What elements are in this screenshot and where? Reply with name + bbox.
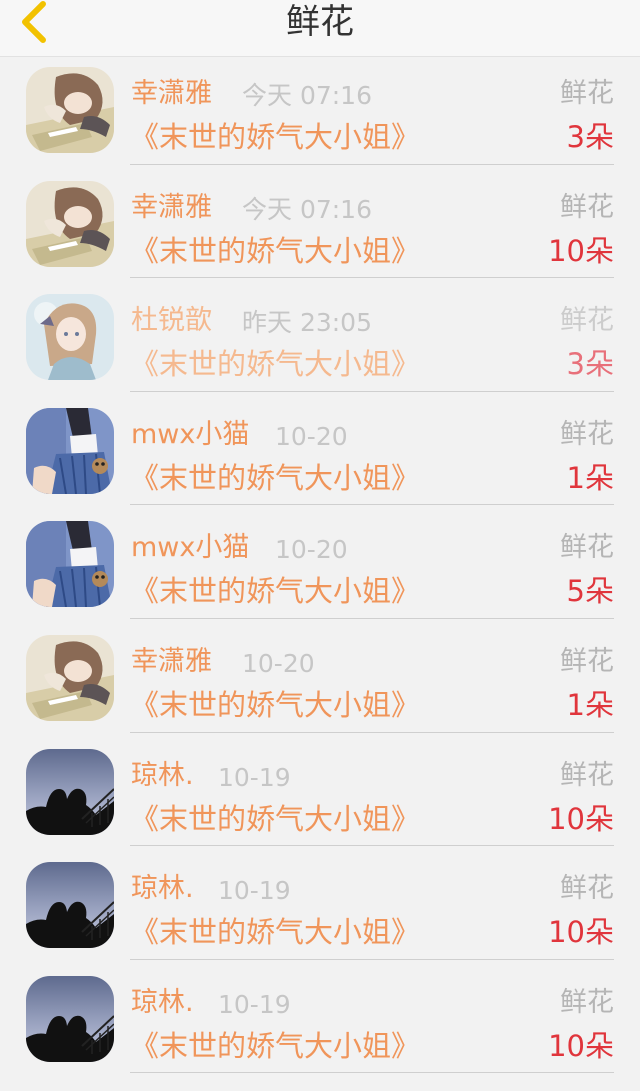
- list-item[interactable]: mwx小猫 10-20 《末世的娇气大小姐》 鲜花 1朵: [0, 398, 640, 512]
- row-divider: [130, 504, 614, 506]
- gift-time: 10-20: [242, 648, 315, 678]
- flowers-page: 鲜花 幸潇雅 今天 07:16 《末世的娇气大小姐》 鲜花 3朵 幸潇雅 今天 …: [0, 0, 640, 1091]
- avatar[interactable]: [26, 975, 114, 1062]
- book-title-link[interactable]: 《末世的娇气大小姐》: [130, 573, 420, 609]
- avatar[interactable]: [26, 294, 114, 381]
- gift-time: 今天 07:16: [242, 194, 372, 224]
- avatar[interactable]: [26, 634, 114, 721]
- row-divider: [130, 390, 614, 392]
- page-title: 鲜花: [286, 2, 354, 42]
- avatar[interactable]: [26, 67, 114, 153]
- flower-count: 10朵: [548, 233, 614, 268]
- flower-gift-list: 幸潇雅 今天 07:16 《末世的娇气大小姐》 鲜花 3朵 幸潇雅 今天 07:…: [0, 57, 640, 1079]
- sender-name: mwx小猫: [131, 532, 250, 564]
- book-title-link[interactable]: 《末世的娇气大小姐》: [130, 687, 420, 723]
- top-navigation-bar: 鲜花: [0, 0, 640, 57]
- avatar[interactable]: [26, 748, 114, 835]
- gift-type-label: 鲜花: [560, 873, 614, 905]
- gift-type-label: 鲜花: [560, 418, 614, 450]
- flower-count: 10朵: [548, 915, 614, 950]
- avatar[interactable]: [26, 180, 114, 267]
- flower-count: 1朵: [566, 460, 614, 495]
- book-title-link[interactable]: 《末世的娇气大小姐》: [130, 460, 420, 496]
- avatar[interactable]: [26, 407, 114, 494]
- flower-count: 10朵: [548, 1028, 614, 1063]
- book-title-link[interactable]: 《末世的娇气大小姐》: [130, 346, 420, 382]
- avatar[interactable]: [26, 862, 114, 949]
- gift-type-label: 鲜花: [560, 759, 614, 791]
- book-title-link[interactable]: 《末世的娇气大小姐》: [130, 233, 420, 269]
- sender-name: 杜锐歆: [131, 305, 212, 337]
- book-title-link[interactable]: 《末世的娇气大小姐》: [130, 119, 420, 155]
- gift-type-label: 鲜花: [560, 78, 614, 109]
- list-item[interactable]: 琼林. 10-19 《末世的娇气大小姐》 鲜花 10朵: [0, 739, 640, 853]
- list-item[interactable]: 幸潇雅 10-20 《末世的娇气大小姐》 鲜花 1朵: [0, 625, 640, 739]
- row-divider: [130, 958, 614, 960]
- sender-name: 幸潇雅: [131, 645, 212, 677]
- gift-type-label: 鲜花: [560, 532, 614, 564]
- book-title-link[interactable]: 《末世的娇气大小姐》: [130, 1028, 420, 1064]
- sender-name: 幸潇雅: [131, 191, 212, 223]
- row-divider: [130, 845, 614, 847]
- row-divider: [130, 277, 614, 279]
- list-item[interactable]: 幸潇雅 今天 07:16 《末世的娇气大小姐》 鲜花 3朵: [0, 57, 640, 171]
- gift-time: 10-20: [275, 421, 348, 451]
- list-item[interactable]: 杜锐歆 昨天 23:05 《末世的娇气大小姐》 鲜花 3朵: [0, 284, 640, 398]
- flower-count: 5朵: [566, 574, 614, 609]
- flower-count: 1朵: [566, 687, 614, 722]
- row-divider: [130, 1072, 614, 1074]
- flower-count: 3朵: [566, 120, 614, 154]
- sender-name: 琼林.: [131, 986, 194, 1018]
- row-divider: [130, 731, 614, 733]
- gift-type-label: 鲜花: [560, 191, 614, 223]
- gift-time: 10-19: [218, 762, 291, 792]
- flower-count: 3朵: [566, 347, 614, 382]
- gift-time: 10-19: [218, 876, 291, 906]
- flower-count: 10朵: [548, 801, 614, 836]
- row-divider: [130, 163, 614, 165]
- gift-type-label: 鲜花: [560, 305, 614, 337]
- gift-time: 昨天 23:05: [242, 308, 372, 338]
- list-item[interactable]: 幸潇雅 今天 07:16 《末世的娇气大小姐》 鲜花 10朵: [0, 171, 640, 285]
- list-item[interactable]: mwx小猫 10-20 《末世的娇气大小姐》 鲜花 5朵: [0, 511, 640, 625]
- book-title-link[interactable]: 《末世的娇气大小姐》: [130, 801, 420, 837]
- gift-time: 10-19: [218, 989, 291, 1019]
- sender-name: 琼林.: [131, 873, 194, 905]
- row-divider: [130, 617, 614, 619]
- list-item[interactable]: 琼林. 10-19 《末世的娇气大小姐》 鲜花 10朵: [0, 966, 640, 1080]
- avatar[interactable]: [26, 521, 114, 608]
- list-item[interactable]: 琼林. 10-19 《末世的娇气大小姐》 鲜花 10朵: [0, 852, 640, 966]
- book-title-link[interactable]: 《末世的娇气大小姐》: [130, 914, 420, 950]
- gift-type-label: 鲜花: [560, 645, 614, 677]
- sender-name: mwx小猫: [131, 418, 250, 450]
- gift-time: 今天 07:16: [242, 81, 372, 110]
- sender-name: 琼林.: [131, 759, 194, 791]
- gift-time: 10-20: [275, 535, 348, 565]
- sender-name: 幸潇雅: [131, 78, 212, 109]
- gift-type-label: 鲜花: [560, 986, 614, 1018]
